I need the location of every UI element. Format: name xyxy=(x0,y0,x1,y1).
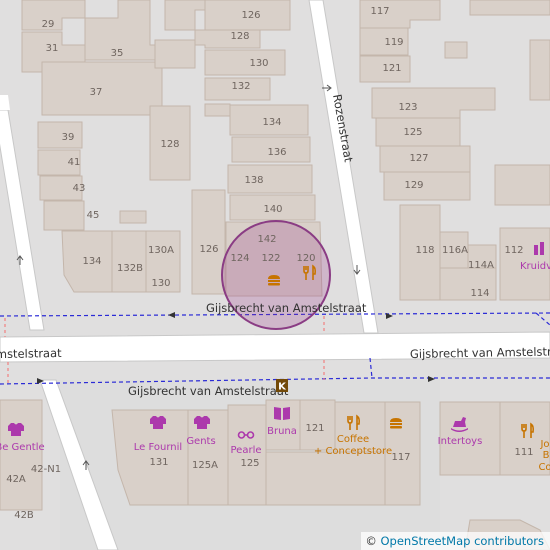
house-number: 129 xyxy=(404,180,423,191)
street-label-gijsbrecht-upper: Gijsbrecht van Amstelstraat xyxy=(206,301,367,315)
building xyxy=(227,164,313,194)
house-number: 111 xyxy=(514,447,533,458)
house-number: 37 xyxy=(90,87,103,98)
house-number: 130A xyxy=(148,245,174,256)
map-layer: Rozenstraat Gijsbrecht van Amstelstraat … xyxy=(0,0,550,550)
poi-label-jo-3[interactable]: Co xyxy=(538,462,550,473)
street-label-gijsbrecht-right: Gijsbrecht van Amstelstraat xyxy=(410,344,550,361)
building xyxy=(191,189,226,295)
house-number: 134 xyxy=(82,256,101,267)
house-number: 123 xyxy=(398,102,417,113)
poi-label-le-fournil[interactable]: Le Fournil xyxy=(134,442,182,453)
building xyxy=(265,451,386,506)
house-number: 117 xyxy=(391,452,410,463)
map-attribution: © OpenStreetMap contributors xyxy=(361,532,550,550)
house-number: 121 xyxy=(382,63,401,74)
attribution-link[interactable]: OpenStreetMap contributors xyxy=(380,534,544,548)
building xyxy=(154,39,196,69)
house-number: 128 xyxy=(160,139,179,150)
poi-label-be-gentle[interactable]: Be Gentle xyxy=(0,442,45,453)
house-number: 39 xyxy=(62,132,75,143)
house-number: 134 xyxy=(262,117,281,128)
street-label-amstelstraat: Amstelstraat xyxy=(0,346,62,361)
house-number: 121 xyxy=(305,423,324,434)
fast-food-icon[interactable] xyxy=(390,418,402,429)
building xyxy=(37,121,83,149)
building xyxy=(469,0,550,16)
building xyxy=(187,409,229,506)
house-number: 35 xyxy=(111,48,124,59)
building xyxy=(119,210,147,224)
house-number: 116A xyxy=(442,245,468,256)
building xyxy=(43,200,85,231)
poi-label-jo[interactable]: Jo xyxy=(539,439,549,450)
house-number: 126 xyxy=(241,10,260,21)
house-number: 128 xyxy=(230,31,249,42)
house-number: 131 xyxy=(149,457,168,468)
house-number: 125 xyxy=(403,127,422,138)
poi-label-gents[interactable]: Gents xyxy=(186,436,215,447)
building xyxy=(529,39,550,101)
house-number: 132 xyxy=(231,81,250,92)
house-number: 130 xyxy=(151,278,170,289)
house-number: 119 xyxy=(384,37,403,48)
house-number: 120 xyxy=(296,253,315,264)
poi-label-pearle[interactable]: Pearle xyxy=(231,445,262,456)
house-number: 112 xyxy=(504,245,523,256)
building xyxy=(204,49,286,76)
house-number: 122 xyxy=(261,253,280,264)
building xyxy=(265,399,301,451)
street-label-gijsbrecht-lower: Gijsbrecht van Amstelstraat xyxy=(128,384,289,398)
svg-text:K: K xyxy=(278,382,287,393)
house-number: 138 xyxy=(244,175,263,186)
house-number: 127 xyxy=(409,153,428,164)
building xyxy=(204,103,231,117)
house-number: 132B xyxy=(117,263,143,274)
house-number: 114 xyxy=(470,288,489,299)
house-number: 126 xyxy=(199,244,218,255)
poi-label-kruidvat[interactable]: Kruidv xyxy=(520,261,550,272)
house-number: 114A xyxy=(468,260,494,271)
poi-label-coffee[interactable]: Coffee xyxy=(337,434,369,445)
house-number: 124 xyxy=(230,253,249,264)
building xyxy=(494,164,550,206)
house-number: 125A xyxy=(192,460,218,471)
house-number: 45 xyxy=(87,210,100,221)
poi-label-conceptstore[interactable]: + Conceptstore xyxy=(314,446,392,457)
house-number: 125 xyxy=(240,458,259,469)
building xyxy=(0,399,43,511)
house-number: 142 xyxy=(257,234,276,245)
house-number: 42A xyxy=(6,474,26,485)
house-number: 118 xyxy=(415,245,434,256)
copyright-symbol: © xyxy=(365,534,377,548)
poi-label-bruna[interactable]: Bruna xyxy=(267,426,297,437)
house-number: 41 xyxy=(68,157,81,168)
house-number: 42-N1 xyxy=(31,464,61,475)
house-number: 136 xyxy=(267,147,286,158)
house-number: 130 xyxy=(249,58,268,69)
house-number: 43 xyxy=(73,183,86,194)
map-canvas[interactable]: Rozenstraat Gijsbrecht van Amstelstraat … xyxy=(0,0,550,550)
building xyxy=(194,29,261,49)
house-number: 29 xyxy=(42,19,55,30)
poi-label-intertoys[interactable]: Intertoys xyxy=(438,436,483,447)
building xyxy=(111,230,147,293)
house-number: 42B xyxy=(14,510,34,521)
house-number: 31 xyxy=(46,43,59,54)
building xyxy=(444,41,468,59)
fast-food-icon[interactable] xyxy=(268,275,280,286)
house-number: 117 xyxy=(370,6,389,17)
k-symbol-icon[interactable]: K xyxy=(276,379,288,393)
poi-label-jo-2[interactable]: B xyxy=(543,450,550,461)
house-number: 140 xyxy=(263,204,282,215)
building xyxy=(383,171,471,201)
